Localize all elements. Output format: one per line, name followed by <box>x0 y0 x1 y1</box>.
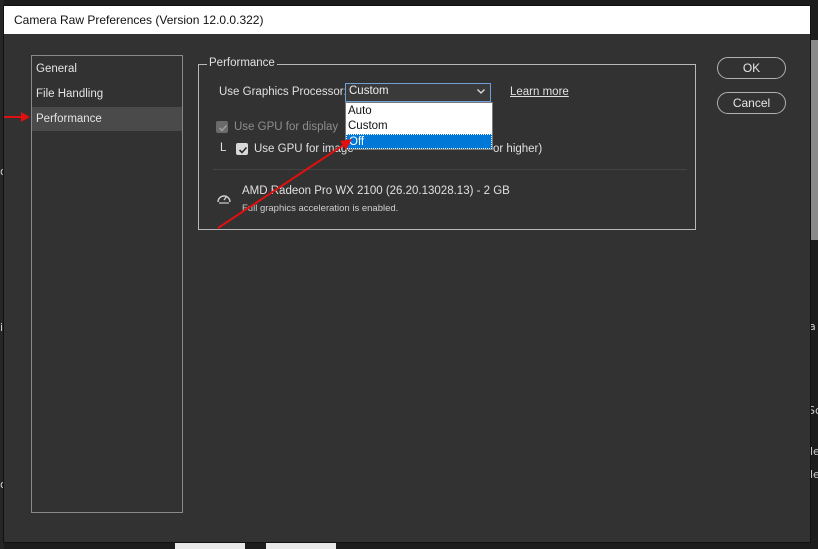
dialog-title: Camera Raw Preferences (Version 12.0.0.3… <box>14 13 264 27</box>
bg-fragment: le <box>810 468 818 481</box>
gpu-image-label-suffix: or higher) <box>493 143 543 155</box>
chevron-down-icon <box>477 89 485 94</box>
gpu-select[interactable]: Custom <box>345 83 491 102</box>
ok-button[interactable]: OK <box>717 57 786 79</box>
gpu-display-label: Use GPU for display <box>234 121 339 133</box>
cancel-button[interactable]: Cancel <box>717 92 786 114</box>
sidebar-item-file-handling[interactable]: File Handling <box>32 82 182 106</box>
gpu-name: AMD Radeon Pro WX 2100 (26.20.13028.13) … <box>242 185 510 197</box>
group-title: Performance <box>207 57 277 69</box>
dropdown-option-off[interactable]: Off <box>346 134 492 149</box>
check-icon <box>218 124 228 132</box>
gpu-select-value: Custom <box>349 85 389 97</box>
dropdown-option-auto[interactable]: Auto <box>346 104 492 119</box>
performance-group: Performance Use Graphics Processor: Cust… <box>198 57 696 230</box>
dropdown-option-custom[interactable]: Custom <box>346 119 492 134</box>
learn-more-link[interactable]: Learn more <box>510 86 569 98</box>
sidebar-item-general[interactable]: General <box>32 57 182 81</box>
bg-image-thumb <box>810 40 818 240</box>
gpu-image-label: Use GPU for image <box>254 143 354 155</box>
gauge-icon <box>217 195 231 204</box>
tree-marker: L <box>220 142 227 154</box>
gpu-dropdown-list: Auto Custom Off <box>345 102 493 150</box>
gpu-status: Full graphics acceleration is enabled. <box>242 203 399 214</box>
title-bar: Camera Raw Preferences (Version 12.0.0.3… <box>4 6 810 34</box>
preferences-dialog: Camera Raw Preferences (Version 12.0.0.3… <box>3 5 811 543</box>
sidebar-item-performance[interactable]: Performance <box>32 107 182 131</box>
gpu-image-checkbox[interactable] <box>236 143 248 155</box>
preferences-sidebar: General File Handling Performance <box>31 55 183 513</box>
check-icon <box>238 146 248 154</box>
bg-fragment: le <box>810 445 818 458</box>
gpu-display-checkbox[interactable] <box>216 121 228 133</box>
gpu-label: Use Graphics Processor: <box>219 86 347 98</box>
divider <box>213 169 687 170</box>
